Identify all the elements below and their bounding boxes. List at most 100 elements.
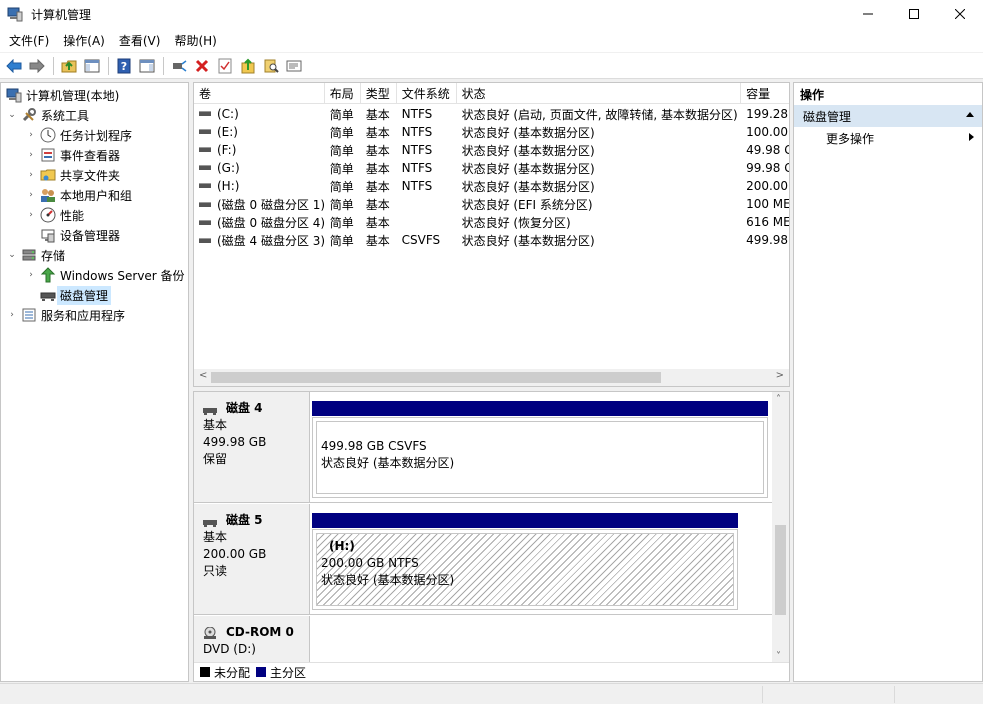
drive-icon xyxy=(199,183,211,188)
tree-item-disk-management[interactable]: 磁盘管理 xyxy=(37,285,112,305)
menu-view[interactable]: 查看(V) xyxy=(114,32,166,49)
clock-icon xyxy=(40,127,56,143)
tools-icon xyxy=(21,107,37,123)
navigation-tree: 计算机管理(本地) ⌄ 系统工具 › 任务计划程序 › 事件查看器 › 共享文件… xyxy=(0,82,189,682)
disk-4[interactable]: 磁盘 4 基本 499.98 GB 保留 499.98 GB CSVFS 状态良… xyxy=(194,392,772,503)
tree-item-task-scheduler[interactable]: › 任务计划程序 xyxy=(25,125,132,145)
menu-action[interactable]: 操作(A) xyxy=(58,32,110,49)
disk-info[interactable]: 磁盘 4 基本 499.98 GB 保留 xyxy=(194,392,310,502)
maximize-button[interactable] xyxy=(891,0,937,28)
partition-disk4[interactable]: 499.98 GB CSVFS 状态良好 (基本数据分区) xyxy=(312,401,768,498)
tree-item-local-users[interactable]: › 本地用户和组 xyxy=(25,185,132,205)
volume-row[interactable]: (C:) 简单 基本 NTFS 状态良好 (启动, 页面文件, 故障转储, 基本数据分区… xyxy=(194,105,789,123)
minimize-button[interactable] xyxy=(845,0,891,28)
scroll-right-icon[interactable]: > xyxy=(776,370,784,381)
volume-capacity: 499.98 xyxy=(746,233,789,247)
disk-5[interactable]: 磁盘 5 基本 200.00 GB 只读 (H:) 200.00 GB NTFS… xyxy=(194,504,772,615)
column-header-layout[interactable]: 布局 xyxy=(325,83,361,104)
volume-row[interactable]: (F:) 简单 基本 NTFS 状态良好 (基本数据分区) 49.98 G xyxy=(194,141,789,159)
volume-row[interactable]: (磁盘 0 磁盘分区 1) 简单 基本 状态良好 (EFI 系统分区) 100 ME xyxy=(194,195,789,213)
volume-row[interactable]: (H:) 简单 基本 NTFS 状态良好 (基本数据分区) 200.00 xyxy=(194,177,789,195)
menu-bar: 文件(F) 操作(A) 查看(V) 帮助(H) xyxy=(0,28,983,52)
column-header-status[interactable]: 状态 xyxy=(457,83,742,104)
tree-item-windows-backup[interactable]: › Windows Server 备份 xyxy=(25,265,185,285)
scrollbar-thumb[interactable] xyxy=(775,525,786,615)
chevron-right-icon[interactable]: › xyxy=(25,130,37,140)
chevron-right-icon[interactable]: › xyxy=(25,170,37,180)
event-log-icon xyxy=(40,147,56,163)
scroll-down-icon[interactable]: ˅ xyxy=(776,651,781,662)
title-bar: 计算机管理 xyxy=(0,0,983,28)
scroll-left-icon[interactable]: < xyxy=(199,370,207,381)
volume-capacity: 100.00 xyxy=(746,125,789,139)
chevron-right-icon[interactable]: › xyxy=(25,270,37,280)
tree-item-device-manager[interactable]: 设备管理器 xyxy=(37,225,120,245)
scroll-up-icon[interactable]: ˄ xyxy=(776,394,781,405)
tree-item-event-viewer[interactable]: › 事件查看器 xyxy=(25,145,120,165)
collapse-icon[interactable] xyxy=(966,112,974,117)
tree-item-shared-folders[interactable]: › 共享文件夹 xyxy=(25,165,120,185)
device-manager-icon xyxy=(40,227,56,243)
volume-name: (E:) xyxy=(194,125,325,139)
volume-type: 基本 xyxy=(365,179,390,194)
disk-info[interactable]: 磁盘 5 基本 200.00 GB 只读 xyxy=(194,504,310,614)
tree-item-performance[interactable]: › 性能 xyxy=(25,205,84,225)
up-folder-icon[interactable] xyxy=(58,55,80,77)
services-icon xyxy=(21,307,37,323)
chevron-right-icon[interactable]: › xyxy=(6,310,18,320)
chevron-right-icon[interactable]: › xyxy=(25,190,37,200)
tree-item-storage[interactable]: ⌄ 存储 xyxy=(6,245,65,265)
horizontal-scrollbar[interactable]: < > xyxy=(194,369,789,386)
chevron-down-icon[interactable]: ⌄ xyxy=(6,250,18,260)
disk-management-content: 卷 布局 类型 文件系统 状态 容量 (C:) 简单 基本 NTFS 状态良好 (启动,… xyxy=(193,82,790,682)
disk-name: 磁盘 4 xyxy=(203,400,309,417)
chevron-down-icon[interactable]: ⌄ xyxy=(6,110,18,120)
volume-capacity: 200.00 xyxy=(746,179,789,193)
volume-row[interactable]: (磁盘 4 磁盘分区 3) 简单 基本 CSVFS 状态良好 (基本数据分区) 499.9… xyxy=(194,231,789,249)
connect-icon[interactable] xyxy=(168,55,190,77)
scrollbar-thumb[interactable] xyxy=(211,372,661,383)
show-hide-tree-icon[interactable] xyxy=(81,55,103,77)
column-header-volume[interactable]: 卷 xyxy=(194,83,325,104)
column-header-capacity[interactable]: 容量 xyxy=(741,83,789,104)
import-icon[interactable] xyxy=(237,55,259,77)
menu-file[interactable]: 文件(F) xyxy=(4,32,54,49)
volume-row[interactable]: (E:) 简单 基本 NTFS 状态良好 (基本数据分区) 100.00 xyxy=(194,123,789,141)
check-icon[interactable] xyxy=(214,55,236,77)
volume-layout: 简单 xyxy=(329,107,354,122)
help-icon[interactable]: ? xyxy=(113,55,135,77)
volume-row[interactable]: (G:) 简单 基本 NTFS 状态良好 (基本数据分区) 99.98 G xyxy=(194,159,789,177)
delete-icon[interactable] xyxy=(191,55,213,77)
vertical-scrollbar[interactable]: ˄ ˅ xyxy=(772,392,789,664)
volume-type: 基本 xyxy=(365,215,390,230)
properties-icon[interactable] xyxy=(283,55,305,77)
tree-item-services-apps[interactable]: › 服务和应用程序 xyxy=(6,305,125,325)
volume-list: 卷 布局 类型 文件系统 状态 容量 (C:) 简单 基本 NTFS 状态良好 (启动,… xyxy=(193,82,790,387)
selected-partition-hatch: (H:) 200.00 GB NTFS 状态良好 (基本数据分区) xyxy=(316,533,734,606)
tree-item-root[interactable]: 计算机管理(本地) xyxy=(3,85,119,105)
back-button[interactable] xyxy=(3,55,25,77)
drive-icon xyxy=(199,237,211,243)
partition-status: 状态良好 (基本数据分区) xyxy=(321,456,455,470)
search-icon[interactable] xyxy=(260,55,282,77)
menu-help[interactable]: 帮助(H) xyxy=(169,32,221,49)
users-icon xyxy=(40,187,56,203)
show-action-pane-icon[interactable] xyxy=(136,55,158,77)
chevron-right-icon[interactable]: › xyxy=(25,150,37,160)
partition-disk5-h[interactable]: (H:) 200.00 GB NTFS 状态良好 (基本数据分区) xyxy=(312,513,738,610)
forward-button[interactable] xyxy=(26,55,48,77)
column-header-type[interactable]: 类型 xyxy=(361,83,397,104)
more-actions-item[interactable]: 更多操作 xyxy=(794,127,982,149)
volume-filesystem: NTFS xyxy=(401,161,433,175)
volume-row[interactable]: (磁盘 0 磁盘分区 4) 简单 基本 状态良好 (恢复分区) 616 ME xyxy=(194,213,789,231)
close-button[interactable] xyxy=(937,0,983,28)
tree-item-system-tools[interactable]: ⌄ 系统工具 xyxy=(6,105,89,125)
actions-section-disk-management[interactable]: 磁盘管理 xyxy=(794,105,982,127)
volume-status: 状态良好 (恢复分区) xyxy=(461,215,571,230)
disk-type: 基本 xyxy=(203,530,228,544)
chevron-right-icon[interactable]: › xyxy=(25,210,37,220)
volume-status: 状态良好 (基本数据分区) xyxy=(461,161,595,176)
volume-status: 状态良好 (基本数据分区) xyxy=(461,233,595,248)
performance-icon xyxy=(40,207,56,223)
column-header-filesystem[interactable]: 文件系统 xyxy=(397,83,457,104)
